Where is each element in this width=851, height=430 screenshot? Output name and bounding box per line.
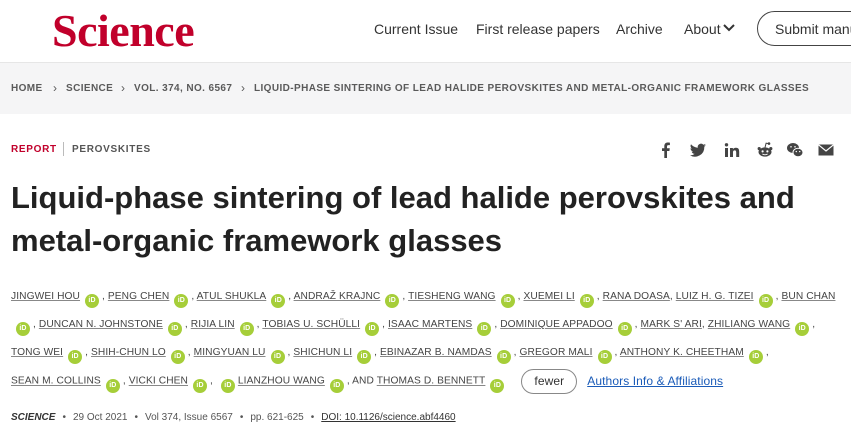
science-logo[interactable]: Science <box>52 4 195 57</box>
author-name[interactable]: Shih-Chun Lo <box>91 347 166 358</box>
article-type: REPORT <box>11 144 57 155</box>
author-name[interactable]: Dominique Appadoo <box>500 319 612 330</box>
orcid-icon[interactable]: iD <box>68 350 83 364</box>
breadcrumb-volume[interactable]: VOL. 374, NO. 6567 <box>134 83 232 94</box>
author-name[interactable]: Rana Doasa <box>603 291 670 302</box>
author-name[interactable]: Shichun Li <box>293 347 352 358</box>
nav-current-issue[interactable]: Current Issue <box>374 21 458 37</box>
author-name[interactable]: Duncan N. Johnstone <box>39 319 163 330</box>
journal-name: SCIENCE <box>11 412 56 423</box>
author-name[interactable]: Zhiliang Wang <box>708 319 790 330</box>
author-name[interactable]: Ebinazar B. Namdas <box>380 347 492 358</box>
orcid-icon[interactable]: iD <box>167 322 182 336</box>
orcid-icon[interactable]: iD <box>85 294 100 308</box>
author-name[interactable]: Thomas D. Bennett <box>377 376 486 387</box>
orcid-icon[interactable]: iD <box>239 322 254 336</box>
breadcrumb-science[interactable]: SCIENCE <box>66 83 113 94</box>
chevron-right-icon: › <box>121 81 125 95</box>
author-name[interactable]: Xuemei Li <box>523 291 574 302</box>
orcid-icon[interactable]: iD <box>748 350 763 364</box>
nav-archive[interactable]: Archive <box>616 21 663 37</box>
author-name[interactable]: Vicki Chen <box>129 376 188 387</box>
author-name[interactable]: Jingwei Hou <box>11 291 80 302</box>
wechat-icon[interactable] <box>786 141 804 159</box>
author-name[interactable]: Gregor Mali <box>520 347 593 358</box>
volume-issue: Vol 374, Issue 6567 <box>144 412 233 423</box>
orcid-icon[interactable]: iD <box>597 350 612 364</box>
author-name[interactable]: Isaac Martens <box>388 319 472 330</box>
separator-dot: • <box>134 412 138 423</box>
article-meta: SCIENCE • 29 Oct 2021 • Vol 374, Issue 6567 •… <box>11 412 456 423</box>
submit-manuscript-button[interactable]: Submit manu <box>757 11 851 46</box>
author-name[interactable]: Peng Chen <box>108 291 169 302</box>
orcid-icon[interactable]: iD <box>329 378 344 393</box>
chevron-right-icon: › <box>241 81 245 95</box>
orcid-icon[interactable]: iD <box>357 350 372 364</box>
page-range: pp. 621-625 <box>250 412 304 423</box>
orcid-icon[interactable]: iD <box>477 322 492 336</box>
orcid-icon[interactable]: iD <box>617 322 632 336</box>
orcid-icon[interactable]: iD <box>16 322 30 336</box>
site-header: Science Current Issue First release pape… <box>0 0 851 62</box>
and-text: , AND <box>346 375 374 387</box>
email-icon[interactable] <box>817 141 835 159</box>
authors-info-affiliations-link[interactable]: Authors Info & Affiliations <box>587 367 723 395</box>
author-name[interactable]: Rijia Lin <box>191 319 235 330</box>
article-title: Liquid-phase sintering of lead halide pe… <box>11 180 795 258</box>
breadcrumb-current-article: LIQUID-PHASE SINTERING OF LEAD HALIDE PE… <box>254 83 810 94</box>
orcid-icon[interactable]: iD <box>385 294 400 308</box>
author-name[interactable]: Sean M. Collins <box>11 376 101 387</box>
author-name[interactable]: Mingyuan Lu <box>194 347 266 358</box>
orcid-icon[interactable]: iD <box>365 322 380 336</box>
twitter-icon[interactable] <box>689 141 707 159</box>
author-name[interactable]: Anthony K. Cheetham <box>620 347 744 358</box>
orcid-icon[interactable]: iD <box>500 294 515 308</box>
author-name[interactable]: Atul Shukla <box>197 291 267 302</box>
author-name[interactable]: Andraž Krajnc <box>294 291 381 302</box>
author-name[interactable]: Lianzhou Wang <box>238 376 325 387</box>
orcid-icon[interactable]: iD <box>174 294 189 308</box>
orcid-icon[interactable]: iD <box>795 322 810 336</box>
author-name[interactable]: Tong Wei <box>11 347 63 358</box>
separator-dot: • <box>62 412 66 423</box>
chevron-right-icon: › <box>53 81 57 95</box>
article-topic[interactable]: PEROVSKITES <box>72 144 151 155</box>
author-name[interactable]: Bun Chan <box>781 291 835 302</box>
separator-dot: • <box>239 412 244 423</box>
orcid-icon[interactable]: iD <box>220 378 235 393</box>
fewer-authors-button[interactable]: fewer <box>521 368 578 394</box>
orcid-icon[interactable]: iD <box>496 350 511 364</box>
orcid-icon[interactable]: iD <box>105 378 120 393</box>
orcid-icon[interactable]: iD <box>579 294 594 308</box>
doi-link[interactable]: DOI: 10.1126/science.abf4460 <box>321 412 455 423</box>
orcid-icon[interactable]: iD <box>758 294 773 308</box>
publication-date: 29 Oct 2021 <box>72 412 128 423</box>
author-list: Jingwei Hou iD, Peng Chen iD, Atul Shukla i… <box>11 283 841 396</box>
orcid-icon[interactable]: iD <box>170 350 185 364</box>
linkedin-icon[interactable] <box>723 141 741 159</box>
reddit-icon[interactable] <box>756 141 774 159</box>
orcid-icon[interactable]: iD <box>490 378 505 393</box>
author-name[interactable]: Tiesheng Wang <box>408 291 496 302</box>
orcid-icon[interactable]: iD <box>271 294 286 308</box>
orcid-icon[interactable]: iD <box>193 378 208 393</box>
orcid-icon[interactable]: iD <box>270 350 285 364</box>
author-name[interactable]: Mark S' ari <box>641 319 702 330</box>
chevron-down-icon[interactable] <box>722 22 736 34</box>
nav-about[interactable]: About <box>684 21 721 37</box>
author-name[interactable]: Luiz H. G. Tizei <box>676 291 754 302</box>
facebook-icon[interactable] <box>657 141 675 159</box>
breadcrumb-home[interactable]: HOME <box>11 83 43 94</box>
author-name[interactable]: Tobias U. Schülli <box>262 319 360 330</box>
separator-dot: • <box>310 412 315 423</box>
nav-first-release-papers[interactable]: First release papers <box>476 21 600 37</box>
divider <box>63 142 64 156</box>
breadcrumb: HOME › SCIENCE › VOL. 374, NO. 6567 › LI… <box>0 62 851 114</box>
